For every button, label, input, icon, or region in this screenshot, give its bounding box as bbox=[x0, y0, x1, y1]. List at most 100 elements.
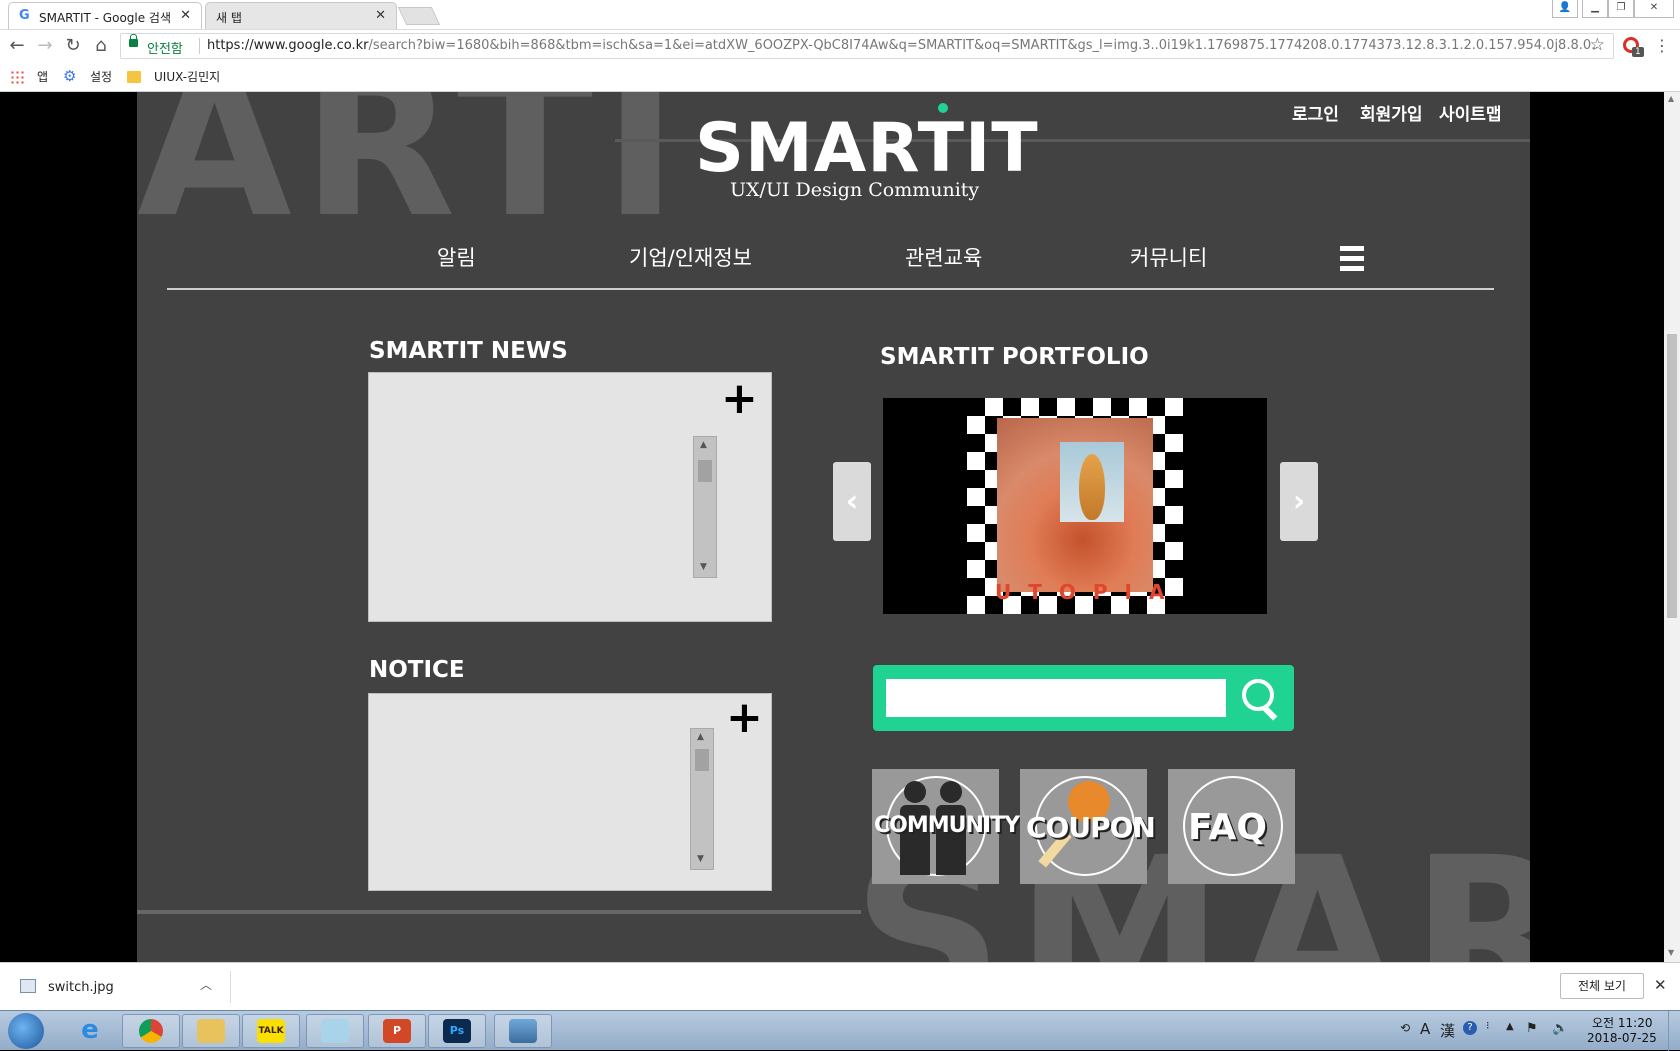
close-download-bar-icon[interactable]: ✕ bbox=[1654, 976, 1667, 994]
site-logo[interactable]: SMARTIT bbox=[695, 109, 1039, 189]
scroll-down-arrow-icon[interactable]: ▼ bbox=[700, 562, 707, 572]
close-window-button[interactable]: ✕ bbox=[1634, 0, 1674, 18]
notepad-icon[interactable] bbox=[306, 1014, 364, 1048]
show-all-downloads-button[interactable]: 전체 보기 bbox=[1560, 973, 1644, 999]
chrome-menu-icon[interactable]: ⋮ bbox=[1652, 34, 1672, 58]
tray-network-icon[interactable]: ⟲ bbox=[1400, 1021, 1410, 1035]
gear-icon: ⚙ bbox=[63, 67, 77, 85]
site-search-input[interactable] bbox=[886, 679, 1226, 717]
clock-date[interactable]: 2018-07-25 bbox=[1587, 1031, 1657, 1045]
tab-smartit-search[interactable]: G SMARTIT - Google 검색 ✕ bbox=[8, 2, 202, 29]
menu-item-company-info[interactable]: 기업/인재정보 bbox=[629, 242, 752, 272]
reload-icon[interactable]: ↻ bbox=[61, 34, 85, 58]
back-arrow-icon[interactable]: ← bbox=[5, 34, 29, 58]
new-tab-button[interactable] bbox=[397, 7, 441, 25]
secure-label: 안전함 bbox=[147, 42, 183, 57]
footer-rule bbox=[137, 910, 861, 914]
forward-arrow-icon[interactable]: → bbox=[33, 34, 57, 58]
show-desktop-button[interactable] bbox=[1668, 1011, 1680, 1051]
url-path: /search?biw=1680&bih=868&tbm=isch&sa=1&e… bbox=[368, 38, 1597, 53]
help-icon[interactable]: ? bbox=[1463, 1021, 1477, 1035]
portfolio-image[interactable]: UTOPIA bbox=[883, 398, 1267, 614]
portfolio-caption: UTOPIA bbox=[995, 580, 1182, 604]
powerpoint-icon[interactable]: P bbox=[368, 1014, 426, 1048]
restore-button[interactable]: ❐ bbox=[1608, 0, 1634, 18]
menu-item-education[interactable]: 관련교육 bbox=[905, 242, 982, 272]
ime-mode-a[interactable]: A bbox=[1420, 1020, 1430, 1038]
scroll-up-arrow-icon[interactable]: ▲ bbox=[700, 440, 707, 450]
coupon-tile[interactable]: COUPON bbox=[1020, 769, 1156, 884]
clock-time[interactable]: 오전 11:20 bbox=[1592, 1014, 1652, 1031]
portfolio-next-button[interactable]: › bbox=[1280, 462, 1318, 541]
download-filename[interactable]: switch.jpg bbox=[48, 980, 114, 995]
bookmarks-bar: 앱 ⚙ 설정 UIUX-김민지 bbox=[0, 62, 1680, 92]
bookmark-settings[interactable]: 설정 bbox=[90, 68, 112, 85]
bookmark-folder-uiux[interactable]: UIUX-김민지 bbox=[154, 68, 220, 85]
scroll-up-arrow-icon[interactable]: ▲ bbox=[1668, 94, 1674, 103]
page-scroll-thumb[interactable] bbox=[1667, 334, 1677, 618]
notice-scroll-thumb[interactable] bbox=[695, 749, 709, 771]
close-tab-icon[interactable]: ✕ bbox=[180, 8, 191, 23]
show-hidden-icons-icon[interactable]: ▲ bbox=[1506, 1021, 1514, 1032]
faq-tile-label: FAQ bbox=[1188, 807, 1267, 848]
news-scrollbar[interactable]: ▲ ▼ bbox=[693, 436, 717, 578]
tab-title: SMARTIT - Google 검색 bbox=[39, 11, 172, 25]
portfolio-prev-button[interactable]: ‹ bbox=[833, 462, 871, 541]
notice-section-title: NOTICE bbox=[369, 657, 465, 683]
google-favicon-icon: G bbox=[19, 8, 30, 23]
photoshop-icon[interactable]: Ps bbox=[428, 1014, 486, 1048]
search-icon[interactable] bbox=[1238, 675, 1284, 721]
person-icon bbox=[904, 781, 926, 803]
scroll-up-arrow-icon[interactable]: ▲ bbox=[697, 732, 704, 742]
lock-icon bbox=[129, 34, 138, 47]
scroll-down-arrow-icon[interactable]: ▼ bbox=[697, 854, 704, 864]
hamburger-menu-icon[interactable] bbox=[1340, 246, 1364, 271]
url-text[interactable]: https://www.google.co.kr/search?biw=1680… bbox=[207, 38, 1597, 53]
folder-icon bbox=[127, 71, 141, 83]
background-word-top: ARTI bbox=[137, 92, 688, 262]
notice-more-plus-icon[interactable]: + bbox=[726, 696, 763, 740]
signup-link[interactable]: 회원가입 bbox=[1360, 100, 1423, 125]
person-icon bbox=[940, 781, 962, 803]
address-bar[interactable]: 안전함 https://www.google.co.kr/search?biw=… bbox=[120, 33, 1614, 59]
file-explorer-icon[interactable] bbox=[182, 1014, 240, 1048]
close-tab-icon[interactable]: ✕ bbox=[375, 8, 386, 23]
news-scroll-thumb[interactable] bbox=[698, 460, 712, 482]
tray-volume-icon[interactable]: 🔈 bbox=[1552, 1021, 1568, 1036]
community-tile[interactable]: COMMUNITY bbox=[872, 769, 1020, 884]
login-link[interactable]: 로그인 bbox=[1292, 100, 1339, 125]
ime-mode-hanja[interactable]: 漢 bbox=[1440, 1020, 1455, 1041]
faq-tile[interactable]: FAQ bbox=[1168, 769, 1295, 884]
site-search-bar bbox=[873, 665, 1294, 731]
sitemap-link[interactable]: 사이트맵 bbox=[1439, 100, 1502, 125]
profile-button[interactable]: 👤 bbox=[1552, 0, 1578, 18]
apps-grid-icon[interactable] bbox=[10, 70, 24, 84]
community-tile-label: COMMUNITY bbox=[874, 813, 1020, 838]
news-more-plus-icon[interactable]: + bbox=[721, 377, 758, 421]
chevron-up-icon[interactable]: ︿ bbox=[200, 976, 212, 993]
smartit-site: ARTI SMART SMARTIT UX/UI Design Communit… bbox=[137, 92, 1530, 962]
tray-flag-icon[interactable]: ⚑ bbox=[1526, 1021, 1538, 1036]
chrome-taskbar-icon[interactable] bbox=[122, 1014, 180, 1048]
menu-item-notice[interactable]: 알림 bbox=[437, 242, 476, 272]
internet-explorer-icon[interactable]: e bbox=[62, 1014, 120, 1048]
notice-panel: + ▲ ▼ bbox=[368, 693, 772, 891]
nav-underline bbox=[167, 288, 1494, 290]
page-scrollbar[interactable]: ▲ ▼ bbox=[1664, 92, 1680, 962]
news-section-title: SMARTIT NEWS bbox=[369, 338, 568, 364]
scroll-down-arrow-icon[interactable]: ▼ bbox=[1668, 948, 1674, 957]
menu-item-community[interactable]: 커뮤니티 bbox=[1130, 242, 1207, 272]
kakaotalk-icon[interactable]: TALK bbox=[242, 1014, 300, 1048]
start-orb-icon[interactable] bbox=[8, 1013, 44, 1049]
tab-new-tab[interactable]: 새 탭 ✕ bbox=[205, 2, 397, 29]
bookmark-star-icon[interactable]: ☆ bbox=[1590, 35, 1605, 55]
windows-taskbar: e TALK P Ps ⟲ A 漢 ? ⁝ ▲ ⚑ 🔈 오전 11:20 201… bbox=[0, 1010, 1680, 1051]
tray-options-icon[interactable]: ⁝ bbox=[1486, 1019, 1490, 1032]
notice-scrollbar[interactable]: ▲ ▼ bbox=[690, 728, 714, 870]
tab-title: 새 탭 bbox=[216, 11, 242, 25]
home-icon[interactable]: ⌂ bbox=[89, 34, 113, 58]
minimize-button[interactable]: ▁ bbox=[1582, 0, 1608, 18]
image-viewer-icon[interactable] bbox=[494, 1014, 552, 1048]
bookmark-apps[interactable]: 앱 bbox=[37, 68, 48, 85]
address-separator bbox=[199, 38, 200, 54]
